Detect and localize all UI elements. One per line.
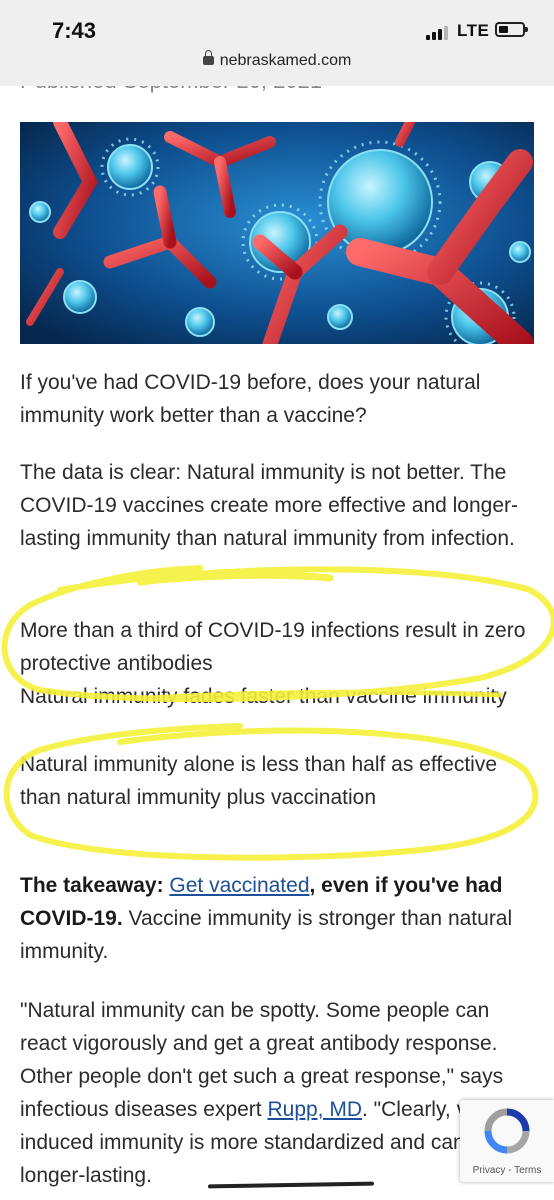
network-type: LTE: [457, 21, 490, 40]
address-bar[interactable]: nebraskamed.com: [0, 50, 554, 70]
get-vaccinated-link[interactable]: Get vaccinated: [169, 874, 309, 897]
list-item: Natural immunity fades faster than vacci…: [20, 685, 507, 708]
clock: 7:43: [52, 18, 97, 43]
lock-icon: [202, 50, 214, 65]
list-item: Natural immunity alone is less than half…: [20, 753, 498, 809]
cellular-signal-icon: [426, 24, 452, 40]
article-hero-image: [20, 122, 534, 344]
article-summary: The data is clear: Natural immunity is n…: [20, 461, 519, 550]
status-bar: 7:43 LTE nebraskamed.com: [0, 0, 554, 86]
url-text: nebraskamed.com: [219, 52, 352, 69]
recaptcha-badge[interactable]: Privacy - Terms: [460, 1100, 554, 1182]
recaptcha-terms[interactable]: Privacy - Terms: [460, 1165, 554, 1176]
takeaway-label: The takeaway:: [20, 874, 164, 897]
article-intro: If you've had COVID-19 before, does your…: [20, 371, 481, 427]
recaptcha-icon: [484, 1108, 530, 1154]
expert-quote: "Natural immunity can be spotty. Some pe…: [20, 994, 536, 1192]
list-item: More than a third of COVID-19 infections…: [20, 619, 526, 675]
takeaway-paragraph: The takeaway: Get vaccinated, even if yo…: [20, 869, 536, 968]
expert-name-link[interactable]: Rupp, MD: [267, 1098, 362, 1121]
battery-icon: [495, 22, 528, 37]
